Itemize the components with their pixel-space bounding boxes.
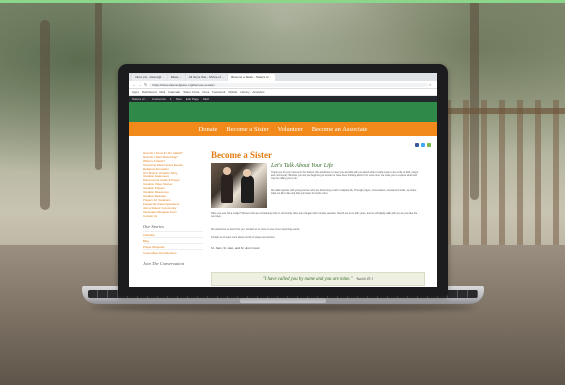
sisters-photo bbox=[211, 163, 267, 208]
intro-paragraph: Thank you for your interest in the Siste… bbox=[271, 171, 419, 181]
bookmark-item[interactable]: Facebook bbox=[212, 90, 225, 94]
browser-tab-active[interactable]: Become a Sister - Sisters of ... bbox=[228, 74, 275, 81]
laptop-lid: Inbox (4) - sisters@... Ravie ... All It… bbox=[118, 64, 448, 296]
bookmark-item[interactable]: Analytics bbox=[252, 90, 264, 94]
nav-become-an-associate[interactable]: Become an Associate bbox=[312, 126, 368, 133]
address-bar: ← → ↻ https://www.sistersofgrace.org/bec… bbox=[129, 81, 437, 89]
wp-admin-comments[interactable]: 1 bbox=[170, 97, 172, 101]
url-input[interactable]: https://www.sistersofgrace.org/become-a-… bbox=[149, 82, 429, 87]
body-paragraph: Have you ever felt a nudge? Women who ar… bbox=[211, 212, 418, 219]
page-content: How Do I Know If I Am Called? How Do I S… bbox=[129, 146, 437, 287]
bookmark-item[interactable]: Mail bbox=[160, 90, 166, 94]
scripture-reference: -Isaiah 43:1 bbox=[355, 277, 374, 281]
browser-tab[interactable]: Ravie ... bbox=[167, 74, 185, 81]
laptop-screen: Inbox (4) - sisters@... Ravie ... All It… bbox=[129, 73, 437, 287]
main-content: Become a Sister Let's Talk About Your Li… bbox=[207, 146, 437, 287]
bookmarks-bar: Apps Dashboard Mail Calendar Sister Circ… bbox=[129, 89, 437, 96]
bookmark-item[interactable]: Mobile bbox=[228, 90, 237, 94]
scripture-quote: "I have called you by name and you are m… bbox=[262, 276, 353, 282]
nav-become-a-sister[interactable]: Become a Sister bbox=[226, 126, 268, 133]
deck-rail-bar bbox=[445, 108, 565, 114]
wp-admin-seo[interactable]: SEO bbox=[203, 97, 209, 101]
page-title: Become a Sister bbox=[211, 150, 272, 160]
sidebar-footer-heading: Join The Conversation bbox=[143, 261, 184, 267]
browser-tab-bar: Inbox (4) - sisters@... Ravie ... All It… bbox=[129, 73, 437, 81]
back-arrow-icon[interactable]: ← bbox=[132, 82, 136, 87]
nav-volunteer[interactable]: Volunteer bbox=[278, 126, 303, 133]
tree-trunk-left bbox=[40, 20, 50, 210]
tree-trunk-mid bbox=[95, 0, 102, 170]
signoff: Sr. Jane, Sr. Ann, and Sr. Ann Grace bbox=[211, 246, 260, 250]
sidebar: How Do I Know If I Am Called? How Do I S… bbox=[129, 146, 207, 287]
browser-tab[interactable]: Inbox (4) - sisters@... bbox=[132, 74, 167, 81]
body-paragraph: Contact us to learn more about our life … bbox=[211, 236, 276, 239]
photo-person bbox=[241, 169, 254, 203]
nav-donate[interactable]: Donate bbox=[199, 126, 218, 133]
site-main-nav: Donate Become a Sister Volunteer Become … bbox=[129, 122, 437, 136]
forward-arrow-icon[interactable]: → bbox=[138, 82, 142, 87]
star-icon[interactable]: ☆ bbox=[428, 82, 432, 87]
sidebar-news-link[interactable]: Come Meet Our Members bbox=[143, 249, 203, 255]
deck-railing bbox=[445, 100, 565, 250]
laptop-trackpad[interactable] bbox=[240, 298, 326, 303]
wp-admin-customize[interactable]: Customize bbox=[152, 97, 166, 101]
bookmark-item[interactable]: Apps bbox=[132, 90, 139, 94]
bookmark-item[interactable]: Dashboard bbox=[142, 90, 157, 94]
browser-tab[interactable]: All Items Site - Shrine of ... bbox=[185, 74, 228, 81]
sidebar-news-heading: Our Stories bbox=[143, 224, 164, 230]
laptop-shadow bbox=[90, 303, 476, 311]
bookmark-item[interactable]: Sister Circle bbox=[183, 90, 199, 94]
site-header-band bbox=[129, 102, 437, 122]
wp-admin-edit-page[interactable]: Edit Page bbox=[186, 97, 199, 101]
bookmark-item[interactable]: Calendar bbox=[168, 90, 180, 94]
reload-icon[interactable]: ↻ bbox=[144, 82, 147, 87]
body-paragraph: We walk together with young women who ar… bbox=[271, 189, 417, 196]
bookmark-item[interactable]: Docs bbox=[202, 90, 209, 94]
wp-admin-new[interactable]: New bbox=[176, 97, 182, 101]
top-accent-strip bbox=[0, 0, 565, 3]
wp-admin-site-link[interactable]: Sisters of ... bbox=[132, 97, 148, 101]
scripture-quote-box: "I have called you by name and you are m… bbox=[211, 272, 425, 286]
section-subtitle: Let's Talk About Your Life bbox=[271, 163, 334, 169]
photo-person bbox=[221, 167, 233, 203]
sidebar-link[interactable]: Contact Us bbox=[143, 215, 203, 219]
bookmark-item[interactable]: Library bbox=[240, 90, 249, 94]
body-paragraph: We would love to hear from you. Contact … bbox=[211, 228, 301, 231]
